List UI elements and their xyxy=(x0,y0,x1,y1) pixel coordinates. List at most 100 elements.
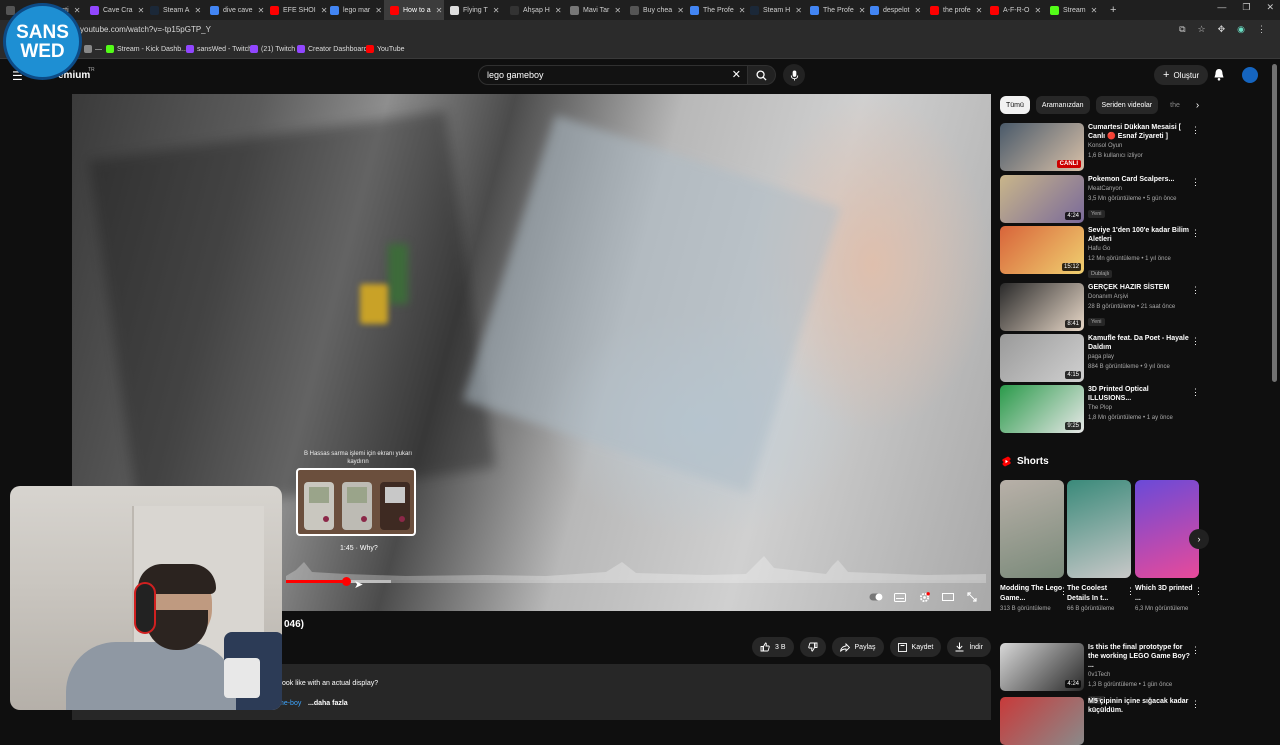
tab-close-icon[interactable]: ✕ xyxy=(677,6,684,15)
search-button[interactable] xyxy=(748,65,776,85)
tab-close-icon[interactable]: ✕ xyxy=(914,6,921,15)
short-card[interactable]: The Coolest Details In t... 66 B görüntül… xyxy=(1067,480,1135,612)
tab-close-icon[interactable]: ✕ xyxy=(614,6,621,15)
short-title[interactable]: Which 3D printed ... xyxy=(1135,584,1199,604)
browser-tab[interactable]: Ahşap H ✕ xyxy=(504,0,564,20)
video-thumbnail[interactable]: 8:41 xyxy=(1000,283,1084,331)
channel-name[interactable]: The Plop xyxy=(1088,403,1190,413)
recommended-video[interactable]: 15:12 Seviye 1'den 100'e kadar Bilim Alet… xyxy=(1000,226,1200,278)
page-scrollbar[interactable] xyxy=(1272,64,1277,382)
browser-tab[interactable]: lego mar ✕ xyxy=(324,0,384,20)
tab-close-icon[interactable]: ✕ xyxy=(493,6,500,15)
more-options-icon[interactable]: ⋮ xyxy=(1191,177,1200,188)
tab-close-icon[interactable]: ✕ xyxy=(74,6,81,15)
video-title[interactable]: Is this the final prototype for the work… xyxy=(1088,643,1190,670)
tab-close-icon[interactable]: ✕ xyxy=(1034,6,1041,15)
recommended-video[interactable]: 8:41 GERÇEK HAZIR SİSTEM Donanım Arşivi 28 … xyxy=(1000,283,1200,331)
tab-close-icon[interactable]: ✕ xyxy=(194,6,201,15)
video-title[interactable]: M5 çipinin içine sığacak kadar küçüldüm. xyxy=(1088,697,1190,715)
more-options-icon[interactable]: ⋮ xyxy=(1126,586,1135,597)
minimize-icon[interactable]: — xyxy=(1217,2,1226,13)
recommended-video[interactable]: 9:25 3D Printed Optical ILLUSIONS... The P… xyxy=(1000,385,1200,433)
cast-icon[interactable]: ⧉ xyxy=(1179,24,1185,35)
clear-search-icon[interactable]: ✕ xyxy=(732,68,741,81)
description-more-link[interactable]: ...daha fazla xyxy=(308,700,348,707)
short-card[interactable]: Which 3D printed ... 6,3 Mn görüntüleme ⋮ xyxy=(1135,480,1203,612)
short-thumbnail[interactable] xyxy=(1135,480,1199,578)
video-title[interactable]: Cumartesi Dükkan Mesaisi [ Canlı 🔴 Esnaf… xyxy=(1088,123,1190,141)
tab-close-icon[interactable]: ✕ xyxy=(795,6,802,15)
channel-name[interactable]: Donanım Arşivi xyxy=(1088,292,1190,302)
browser-tab[interactable]: despelot ✕ xyxy=(864,0,924,20)
menu-dots-icon[interactable]: ⋮ xyxy=(1257,24,1266,35)
video-title[interactable]: GERÇEK HAZIR SİSTEM xyxy=(1088,283,1190,292)
settings-button[interactable] xyxy=(917,591,931,603)
browser-tab[interactable]: the profe ✕ xyxy=(924,0,984,20)
video-title[interactable]: 3D Printed Optical ILLUSIONS... xyxy=(1088,385,1190,403)
progress-bar[interactable] xyxy=(286,577,986,586)
more-options-icon[interactable]: ⋮ xyxy=(1191,228,1200,239)
browser-tab[interactable]: Mavi Tar ✕ xyxy=(564,0,624,20)
create-button[interactable]: + Oluştur xyxy=(1154,65,1209,85)
recommended-video[interactable]: CANLI Cumartesi Dükkan Mesaisi [ Canlı 🔴 … xyxy=(1000,123,1200,171)
more-options-icon[interactable]: ⋮ xyxy=(1191,645,1200,656)
search-box[interactable]: lego gameboy ✕ xyxy=(478,65,748,85)
recommended-video[interactable]: 4:24 Pokemon Card Scalpers... MeatCanyon 3,… xyxy=(1000,175,1200,223)
bookmark-item[interactable]: — xyxy=(84,45,102,53)
account-avatar[interactable] xyxy=(1242,67,1258,83)
video-thumbnail[interactable]: 4:15 xyxy=(1000,334,1084,382)
short-title[interactable]: Modding The Lego Game... xyxy=(1000,584,1064,604)
filter-chip[interactable]: the xyxy=(1164,96,1186,114)
profile-icon[interactable]: ◉ xyxy=(1237,24,1245,35)
address-bar[interactable]: youtube.com/watch?v=-tp15pGTP_Y ⧉ ☆ ✥ ◉ … xyxy=(0,20,1280,42)
recommended-video[interactable]: M5 çipinin içine sığacak kadar küçüldüm.… xyxy=(1000,697,1200,745)
video-thumbnail[interactable]: CANLI xyxy=(1000,123,1084,171)
browser-tab[interactable]: Buy chea ✕ xyxy=(624,0,684,20)
video-thumbnail[interactable]: 4:24 xyxy=(1000,175,1084,223)
new-tab-button[interactable]: + xyxy=(1110,4,1116,16)
video-thumbnail[interactable]: 15:12 xyxy=(1000,226,1084,274)
subtitles-button[interactable] xyxy=(893,591,907,603)
browser-tab[interactable]: The Profe ✕ xyxy=(684,0,745,20)
recommended-video[interactable]: 4:24 Is this the final prototype for the … xyxy=(1000,643,1200,704)
bookmark-star-icon[interactable]: ☆ xyxy=(1198,24,1206,35)
channel-name[interactable]: paga play xyxy=(1088,352,1190,362)
more-options-icon[interactable]: ⋮ xyxy=(1191,285,1200,296)
tab-close-icon[interactable]: ✕ xyxy=(1091,6,1098,15)
url-text[interactable]: youtube.com/watch?v=-tp15pGTP_Y xyxy=(80,25,211,34)
video-title[interactable]: Kamufle feat. Da Poet - Hayale Daldım xyxy=(1088,334,1190,352)
filter-chip[interactable]: Tümü xyxy=(1000,96,1030,114)
more-options-icon[interactable]: ⋮ xyxy=(1194,586,1203,597)
shorts-next-button[interactable]: › xyxy=(1189,529,1209,549)
browser-tab[interactable]: Stream ✕ xyxy=(1044,0,1104,20)
like-button[interactable]: 3 B xyxy=(752,637,794,657)
filter-chip[interactable]: Seriden videolar xyxy=(1095,96,1159,114)
search-input[interactable]: lego gameboy xyxy=(487,70,544,80)
browser-tab[interactable]: Flying T ✕ xyxy=(444,0,504,20)
save-button[interactable]: Kaydet xyxy=(889,637,942,657)
short-thumbnail[interactable] xyxy=(1067,480,1131,578)
download-button[interactable]: İndir xyxy=(947,637,991,657)
close-window-icon[interactable]: ✕ xyxy=(1266,2,1274,13)
recommended-video[interactable]: 4:15 Kamufle feat. Da Poet - Hayale Daldı… xyxy=(1000,334,1200,382)
browser-tab[interactable]: EFE SHOI ✕ xyxy=(264,0,327,20)
bookmark-item[interactable]: YouTube xyxy=(366,45,405,53)
autoplay-toggle[interactable] xyxy=(869,591,883,603)
share-button[interactable]: Paylaş xyxy=(831,637,884,657)
tab-close-icon[interactable]: ✕ xyxy=(555,6,562,15)
more-options-icon[interactable]: ⋮ xyxy=(1191,699,1200,710)
extensions-icon[interactable]: ✥ xyxy=(1218,24,1226,35)
browser-tab[interactable]: A-F-R-O ✕ xyxy=(984,0,1044,20)
fullscreen-button[interactable] xyxy=(965,591,979,603)
bookmark-item[interactable]: Stream - Kick Dashb... xyxy=(106,45,187,53)
more-options-icon[interactable]: ⋮ xyxy=(1191,125,1200,136)
channel-name[interactable]: MeatCanyon xyxy=(1088,184,1190,194)
bookmark-item[interactable]: Creator Dashboard xyxy=(297,45,368,53)
bookmark-item[interactable]: (21) Twitch xyxy=(250,45,295,53)
browser-tab[interactable]: dive cave ✕ xyxy=(204,0,264,20)
short-thumbnail[interactable] xyxy=(1000,480,1064,578)
video-title[interactable]: Pokemon Card Scalpers... xyxy=(1088,175,1190,184)
more-options-icon[interactable]: ⋮ xyxy=(1191,336,1200,347)
tab-close-icon[interactable]: ✕ xyxy=(375,6,382,15)
browser-tab[interactable]: How to a ✕ xyxy=(384,0,444,20)
